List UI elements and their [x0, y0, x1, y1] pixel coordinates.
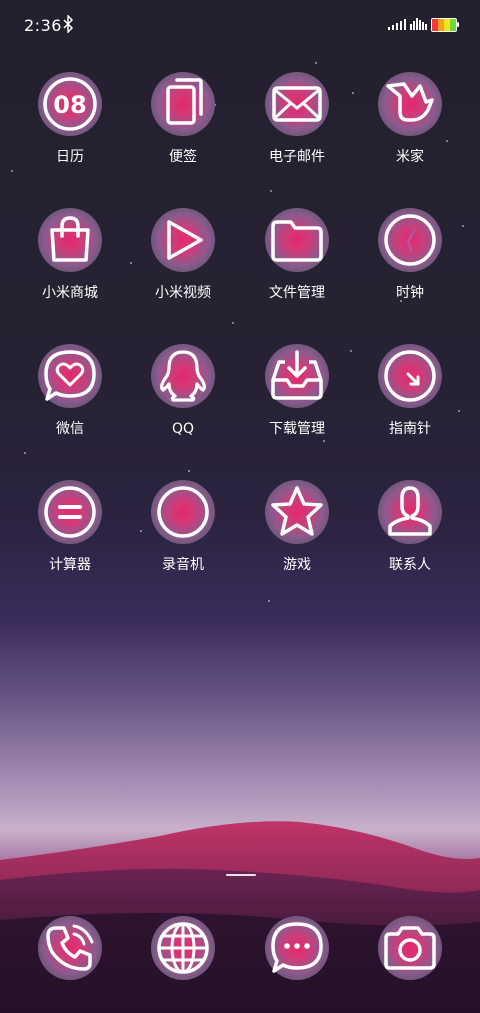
folder-icon: [265, 208, 329, 272]
app-label-recorder: 录音机: [162, 557, 204, 573]
app-compass[interactable]: 指南针: [355, 344, 465, 438]
status-bar: 2:36: [0, 0, 480, 52]
app-games[interactable]: 游戏: [242, 480, 352, 574]
calendar-date: 08: [53, 91, 86, 119]
calculator-icon: [38, 480, 102, 544]
signal-icon: [388, 19, 406, 30]
notes-icon: [151, 72, 215, 136]
battery-icon: [431, 18, 457, 32]
app-label-qq: QQ: [171, 421, 195, 437]
app-label-calendar: 日历: [56, 149, 84, 165]
app-wechat[interactable]: 微信: [15, 344, 125, 438]
app-clock[interactable]: 时钟: [355, 208, 465, 302]
bluetooth-icon: [63, 15, 74, 33]
app-label-calculator: 计算器: [49, 557, 91, 573]
play-icon: [151, 208, 215, 272]
message-icon: [265, 916, 329, 980]
app-contacts[interactable]: 联系人: [355, 480, 465, 574]
recorder-icon: [151, 480, 215, 544]
mijia-icon: [378, 72, 442, 136]
app-file-manager[interactable]: 文件管理: [242, 208, 352, 302]
app-email[interactable]: 电子邮件: [242, 72, 352, 166]
shopping-bag-icon: [38, 208, 102, 272]
app-label-contacts: 联系人: [389, 557, 431, 573]
dock-browser[interactable]: [128, 916, 238, 980]
app-calculator[interactable]: 计算器: [15, 480, 125, 574]
app-label-file-manager: 文件管理: [269, 285, 325, 301]
app-label-mi-video: 小米视频: [155, 285, 211, 301]
app-label-mijia: 米家: [396, 149, 424, 165]
calendar-icon: 08: [38, 72, 102, 136]
app-label-mi-store: 小米商城: [42, 285, 98, 301]
signal-icon-2: [410, 18, 427, 30]
app-mi-video[interactable]: 小米视频: [128, 208, 238, 302]
app-label-games: 游戏: [283, 557, 311, 573]
app-label-notes: 便签: [169, 149, 197, 165]
app-notes[interactable]: 便签: [128, 72, 238, 166]
app-recorder[interactable]: 录音机: [128, 480, 238, 574]
desert-dunes-wallpaper: [0, 821, 480, 1013]
app-calendar[interactable]: 08 日历: [15, 72, 125, 166]
clock-icon: [378, 208, 442, 272]
compass-icon: [378, 344, 442, 408]
contact-icon: [378, 480, 442, 544]
app-label-compass: 指南针: [389, 421, 431, 437]
dock-phone[interactable]: [15, 916, 125, 980]
download-icon: [265, 344, 329, 408]
app-download-manager[interactable]: 下载管理: [242, 344, 352, 438]
camera-icon: [378, 916, 442, 980]
dock-camera[interactable]: [355, 916, 465, 980]
dock-messages[interactable]: [242, 916, 352, 980]
app-label-clock: 时钟: [396, 285, 424, 301]
app-qq[interactable]: QQ: [128, 344, 238, 438]
mail-icon: [265, 72, 329, 136]
app-label-email: 电子邮件: [269, 149, 325, 165]
app-mijia[interactable]: 米家: [355, 72, 465, 166]
page-indicator: [226, 874, 256, 876]
globe-icon: [151, 916, 215, 980]
app-label-download-manager: 下载管理: [269, 421, 325, 437]
phone-icon: [38, 916, 102, 980]
app-label-wechat: 微信: [56, 421, 84, 437]
status-time: 2:36: [24, 16, 62, 35]
star-icon: [265, 480, 329, 544]
chat-heart-icon: [38, 344, 102, 408]
app-mi-store[interactable]: 小米商城: [15, 208, 125, 302]
penguin-icon: [151, 344, 215, 408]
